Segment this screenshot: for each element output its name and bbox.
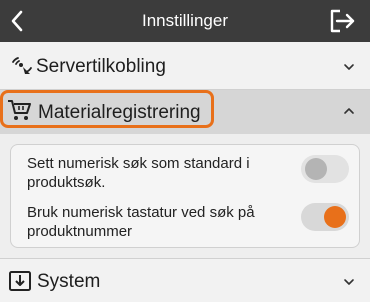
- logout-button[interactable]: [328, 8, 356, 34]
- chevron-down-icon: [344, 279, 354, 285]
- page-title: Innstillinger: [142, 11, 228, 30]
- section-highlight-frame: [0, 90, 214, 128]
- download-box-icon: [9, 271, 31, 291]
- chevron-down-icon: [344, 64, 354, 70]
- setting-numeric-search-label: Sett numerisk søk som standard i produkt…: [27, 155, 250, 191]
- setting-numeric-keyboard-label: Bruk numerisk tastatur ved søk på produk…: [27, 204, 255, 240]
- section-server-connection[interactable]: Servertilkobling: [0, 42, 370, 90]
- material-settings-card: Sett numerisk søk som standard i produkt…: [10, 144, 360, 248]
- chevron-up-icon: [344, 108, 354, 114]
- numeric-keyboard-toggle[interactable]: [301, 203, 349, 231]
- logout-icon: [330, 9, 355, 33]
- wireless-connection-icon: [12, 57, 32, 74]
- numeric-search-toggle[interactable]: [301, 155, 349, 183]
- toggle-knob: [305, 158, 327, 180]
- toggle-knob: [324, 206, 346, 228]
- top-bar: Innstillinger: [0, 0, 370, 42]
- section-system[interactable]: System: [0, 258, 370, 302]
- section-system-label: System: [37, 271, 101, 292]
- section-server-label: Servertilkobling: [36, 56, 166, 77]
